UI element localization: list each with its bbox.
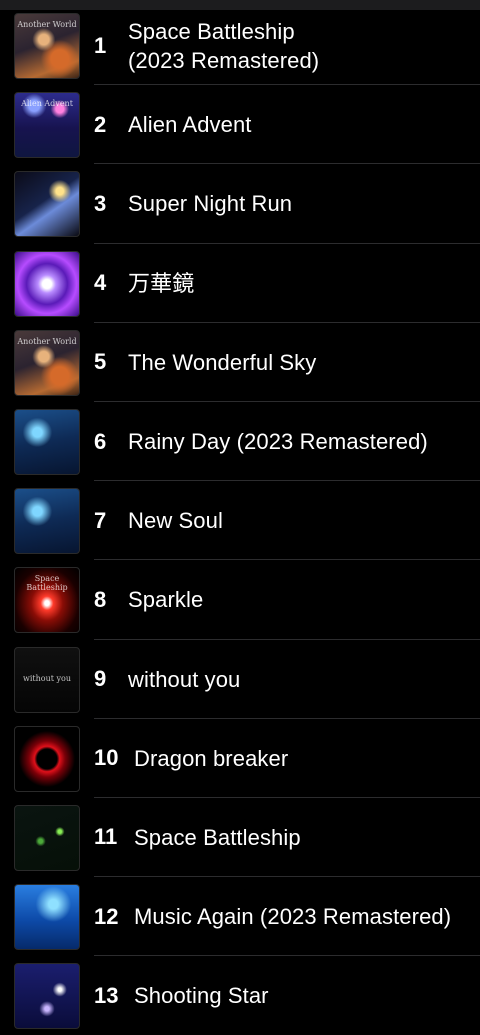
cover-text: Another World — [17, 20, 77, 29]
track-row[interactable]: 13 Shooting Star — [0, 956, 480, 1035]
track-title: Rainy Day (2023 Remastered) — [128, 429, 428, 455]
track-title: Dragon breaker — [134, 745, 289, 771]
track-number: 6 — [94, 428, 107, 454]
cover-text: Another World — [17, 336, 77, 346]
album-cover: without you — [14, 646, 80, 713]
track-number: 9 — [94, 666, 107, 692]
track-number: 8 — [94, 586, 107, 612]
album-cover — [14, 488, 80, 555]
track-title: New Soul — [128, 508, 223, 534]
track-title: Space Battleship (2023 Remastered) — [128, 18, 320, 73]
track-number: 13 — [94, 982, 119, 1008]
cover-text: Alien Advent — [21, 99, 73, 109]
track-row[interactable]: Another World 1 Space Battleship (2023 R… — [0, 6, 480, 86]
album-cover — [14, 171, 80, 238]
album-cover: Alien Advent — [14, 92, 80, 159]
track-row[interactable]: 4 万華鏡 — [0, 244, 480, 323]
track-row[interactable]: 6 Rainy Day (2023 Remastered) — [0, 402, 480, 482]
track-number: 1 — [94, 32, 107, 58]
track-title: Music Again (2023 Remastered) — [134, 904, 452, 930]
track-title: Space Battleship — [134, 824, 301, 850]
track-list: Another World 1 Space Battleship (2023 R… — [0, 6, 480, 1035]
album-cover — [14, 250, 80, 317]
cover-text: without you — [23, 673, 71, 683]
album-cover — [14, 804, 80, 871]
track-number: 5 — [94, 349, 107, 375]
track-number: 3 — [94, 190, 107, 216]
track-number: 7 — [94, 507, 107, 533]
album-cover: Another World — [14, 13, 80, 79]
album-cover — [14, 725, 80, 792]
track-row[interactable]: Alien Advent 2 Alien Advent — [0, 85, 480, 165]
track-row[interactable]: 11 Space Battleship — [0, 798, 480, 878]
album-cover — [14, 884, 80, 951]
track-row[interactable]: 3 Super Night Run — [0, 164, 480, 244]
track-title: The Wonderful Sky — [128, 349, 317, 375]
track-row[interactable]: Space Battleship 8 Sparkle — [0, 560, 480, 640]
track-title: Super Night Run — [128, 191, 293, 217]
track-number: 10 — [94, 745, 119, 771]
album-cover: Another World — [14, 329, 80, 396]
track-title: 万華鏡 — [128, 270, 195, 296]
track-title: Sparkle — [128, 587, 204, 613]
track-number: 4 — [94, 270, 107, 296]
album-cover — [14, 963, 80, 1030]
track-row[interactable]: 10 Dragon breaker — [0, 719, 480, 798]
track-row[interactable]: Another World 5 The Wonderful Sky — [0, 323, 480, 402]
album-cover — [14, 408, 80, 475]
track-title: without you — [128, 666, 241, 692]
track-title: Shooting Star — [134, 983, 269, 1009]
cover-text: Space Battleship — [26, 574, 68, 593]
track-row[interactable]: without you 9 without you — [0, 640, 480, 719]
album-cover: Space Battleship — [14, 567, 80, 634]
track-number: 12 — [94, 903, 119, 929]
track-row[interactable]: 7 New Soul — [0, 481, 480, 561]
track-row[interactable]: 12 Music Again (2023 Remastered) — [0, 877, 480, 957]
track-title: Alien Advent — [128, 112, 252, 138]
track-number: 2 — [94, 111, 107, 137]
track-number: 11 — [94, 824, 118, 850]
